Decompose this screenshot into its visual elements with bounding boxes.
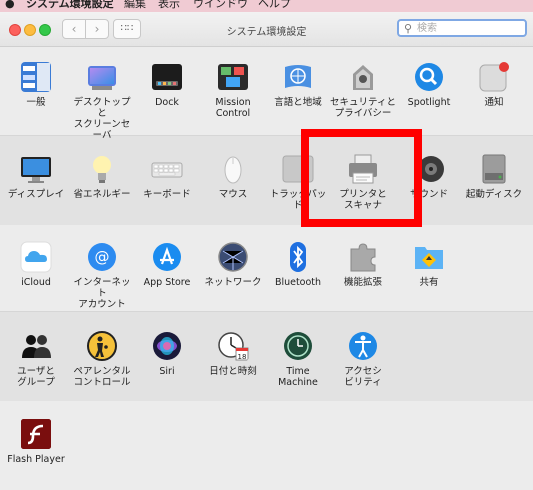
pane-label: アクセシ ビリティ <box>344 366 382 388</box>
menu-app-name[interactable]: システム環境設定 <box>26 0 114 9</box>
pane-startup-disk[interactable]: 起動ディスク <box>461 153 527 200</box>
extensions-icon <box>347 241 379 273</box>
menu-window[interactable]: ウインドウ <box>193 0 248 9</box>
pane-label: デスクトップと スクリーンセーバ <box>73 97 131 141</box>
sharing-icon <box>413 241 445 273</box>
pane-date-time[interactable]: 18 日付と時刻 <box>200 330 266 377</box>
highlight-box <box>301 129 422 227</box>
pane-label: 起動ディスク <box>465 189 523 200</box>
pane-app-store[interactable]: App Store <box>134 241 200 288</box>
pane-label: Siri <box>159 366 175 377</box>
spotlight-icon <box>413 61 445 93</box>
svg-text:18: 18 <box>238 353 247 361</box>
time-machine-icon <box>282 330 314 362</box>
search-icon: ⚲ <box>404 22 413 35</box>
pane-extensions[interactable]: 機能拡張 <box>330 241 396 288</box>
keyboard-icon <box>151 153 183 185</box>
pane-bluetooth[interactable]: Bluetooth <box>265 241 331 288</box>
pane-label: マウス <box>218 189 248 200</box>
energy-saver-icon <box>86 153 118 185</box>
pane-label: Mission Control <box>215 97 251 119</box>
general-icon <box>20 61 52 93</box>
date-time-icon: 18 <box>217 330 249 362</box>
toolbar: ‹ › ∷∷ システム環境設定 ⚲ <box>0 12 533 47</box>
icloud-icon <box>20 241 52 273</box>
siri-icon <box>151 330 183 362</box>
pane-network[interactable]: ネットワーク <box>200 241 266 288</box>
flash-player-icon <box>20 418 52 450</box>
parental-controls-icon <box>86 330 118 362</box>
pane-label: Spotlight <box>407 97 451 108</box>
pane-label: ペアレンタル コントロール <box>73 366 131 388</box>
pane-label: インターネット アカウント <box>73 277 131 310</box>
pane-users-groups[interactable]: ユーザと グループ <box>3 330 69 388</box>
pane-energy-saver[interactable]: 省エネルギー <box>69 153 135 200</box>
pane-label: Bluetooth <box>274 277 322 288</box>
pane-label: 言語と地域 <box>274 97 322 108</box>
pane-notifications[interactable]: 通知 <box>461 61 527 108</box>
display-icon <box>20 153 52 185</box>
mouse-icon <box>217 153 249 185</box>
pane-spotlight[interactable]: Spotlight <box>396 61 462 108</box>
pane-language-region[interactable]: 言語と地域 <box>265 61 331 108</box>
menu-view[interactable]: 表示 <box>158 0 180 9</box>
pane-label: 一般 <box>26 97 46 108</box>
pane-icloud[interactable]: iCloud <box>3 241 69 288</box>
pane-label: 共有 <box>419 277 439 288</box>
language-region-icon <box>282 61 314 93</box>
app-store-icon <box>151 241 183 273</box>
pane-desktop-screensaver[interactable]: デスクトップと スクリーンセーバ <box>69 61 135 141</box>
system-preferences-window: ‹ › ∷∷ システム環境設定 ⚲ 一般 デスクトップと スクリーンセーバ Do… <box>0 12 533 490</box>
desktop-icon <box>86 61 118 93</box>
pane-label: 日付と時刻 <box>209 366 257 377</box>
menu-edit[interactable]: 編集 <box>124 0 146 9</box>
pane-label: ネットワーク <box>204 277 262 288</box>
accessibility-icon <box>347 330 379 362</box>
svg-text:@: @ <box>95 248 110 266</box>
pane-accessibility[interactable]: アクセシ ビリティ <box>330 330 396 388</box>
apple-menu-icon[interactable]: ● <box>5 0 15 9</box>
pane-mission-control[interactable]: Mission Control <box>200 61 266 119</box>
pane-label: iCloud <box>21 277 51 288</box>
dock-icon <box>151 61 183 93</box>
menu-bar: ● システム環境設定 編集 表示 ウインドウ ヘルプ <box>0 0 533 12</box>
startup-disk-icon <box>478 153 510 185</box>
search-input[interactable] <box>417 21 521 35</box>
pane-siri[interactable]: Siri <box>134 330 200 377</box>
pane-dock[interactable]: Dock <box>134 61 200 108</box>
pane-label: キーボード <box>143 189 191 200</box>
internet-accounts-icon: @ <box>86 241 118 273</box>
pane-label: Dock <box>155 97 179 108</box>
section-other <box>0 401 533 490</box>
users-groups-icon <box>20 330 52 362</box>
network-icon <box>217 241 249 273</box>
pane-label: ディスプレイ <box>7 189 65 200</box>
bluetooth-icon <box>282 241 314 273</box>
pane-security-privacy[interactable]: セキュリティと プライバシー <box>330 61 396 119</box>
pane-flash-player[interactable]: Flash Player <box>3 418 69 465</box>
pane-internet-accounts[interactable]: @ インターネット アカウント <box>69 241 135 310</box>
pane-label: Time Machine <box>278 366 318 388</box>
notifications-icon <box>478 61 510 93</box>
pane-label: 省エネルギー <box>73 189 131 200</box>
pane-label: App Store <box>143 277 191 288</box>
mission-control-icon <box>217 61 249 93</box>
pane-displays[interactable]: ディスプレイ <box>3 153 69 200</box>
pane-mouse[interactable]: マウス <box>200 153 266 200</box>
pane-label: 通知 <box>484 97 504 108</box>
pane-parental-controls[interactable]: ペアレンタル コントロール <box>69 330 135 388</box>
pane-time-machine[interactable]: Time Machine <box>265 330 331 388</box>
pane-sharing[interactable]: 共有 <box>396 241 462 288</box>
pane-label: Flash Player <box>7 454 65 465</box>
pane-label: ユーザと グループ <box>17 366 55 388</box>
pane-keyboard[interactable]: キーボード <box>134 153 200 200</box>
pane-label: セキュリティと プライバシー <box>330 97 396 119</box>
menu-help[interactable]: ヘルプ <box>258 0 291 9</box>
search-field[interactable]: ⚲ <box>397 19 527 37</box>
pane-general[interactable]: 一般 <box>3 61 69 108</box>
pane-label: 機能拡張 <box>343 277 382 288</box>
security-icon <box>347 61 379 93</box>
